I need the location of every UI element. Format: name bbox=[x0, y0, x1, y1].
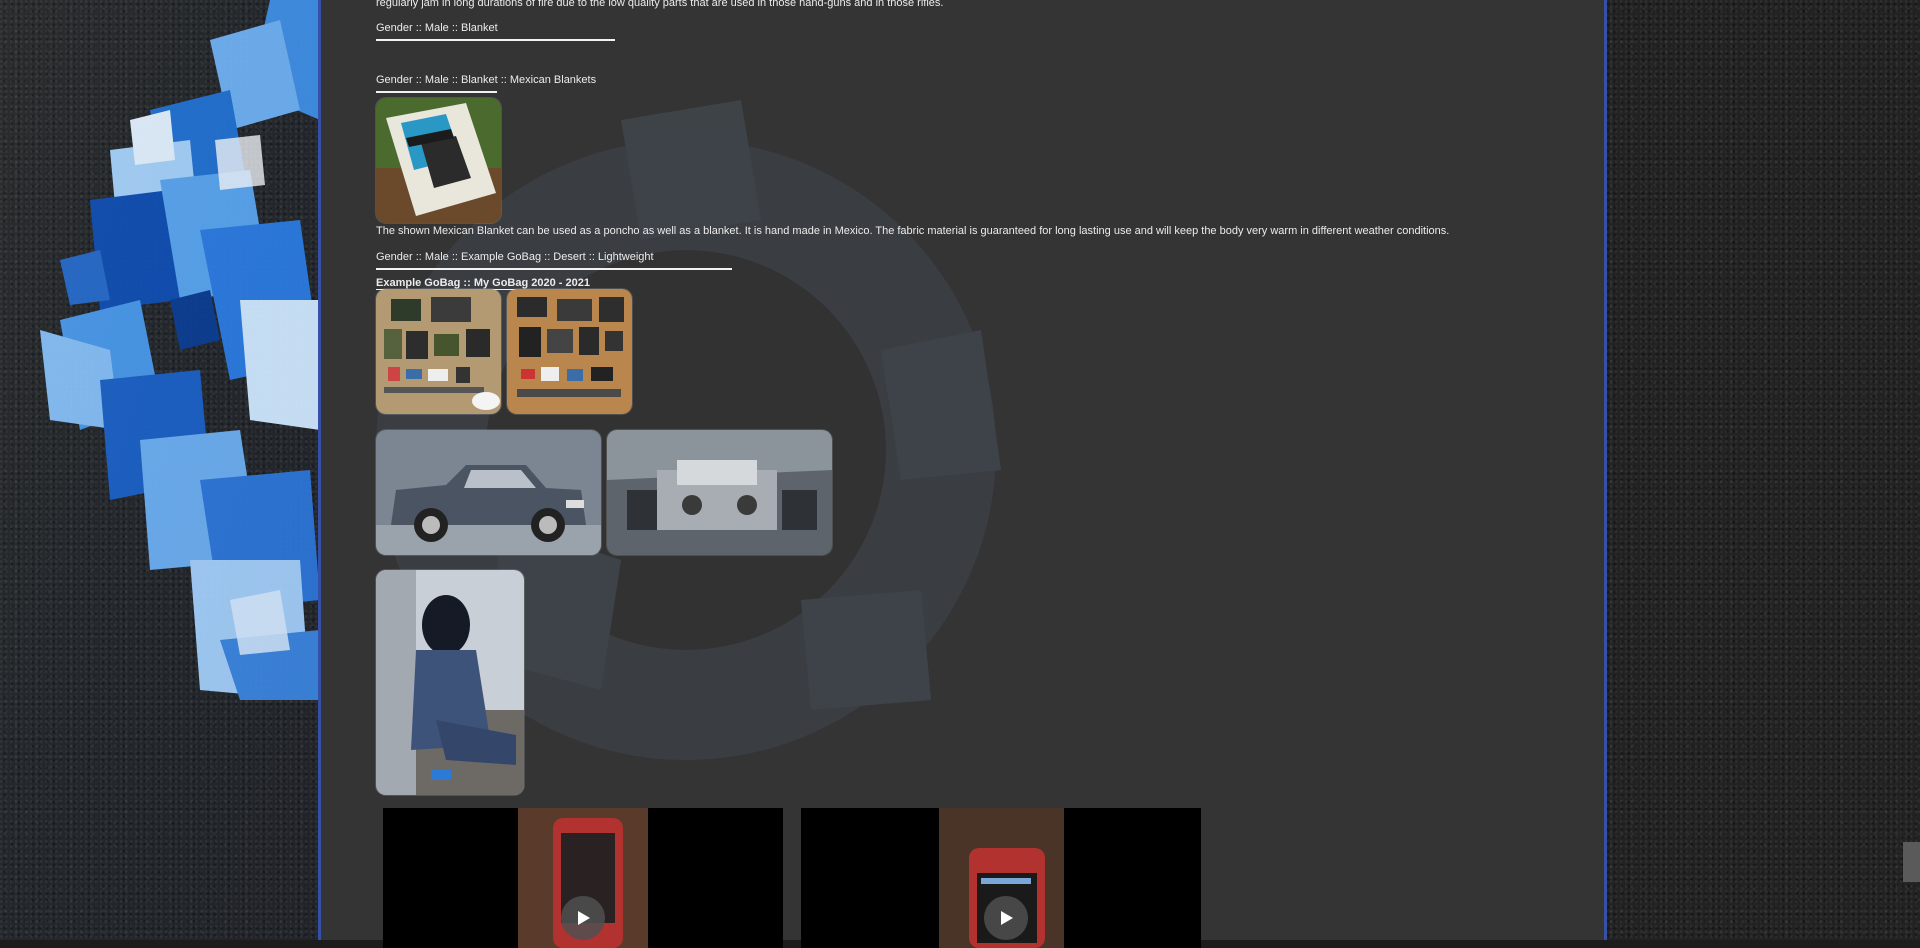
category-underline bbox=[376, 91, 497, 93]
play-button[interactable] bbox=[561, 896, 605, 940]
gobag-image-2[interactable] bbox=[507, 289, 632, 414]
play-button[interactable] bbox=[984, 896, 1028, 940]
gobag-title-link[interactable]: Example GoBag bbox=[376, 277, 460, 289]
category-gobag-link[interactable]: Gender :: Male :: Example GoBag :: Deser… bbox=[376, 250, 654, 264]
person-image[interactable] bbox=[376, 570, 524, 795]
scrollbar-thumb[interactable] bbox=[1903, 842, 1920, 882]
category-underline bbox=[376, 268, 732, 270]
gobag-title-text: My GoBag 2020 - 2021 bbox=[473, 277, 590, 289]
category-mexican-blankets-link[interactable]: Gender :: Male :: Blanket :: Mexican Bla… bbox=[376, 73, 596, 87]
content-panel: regularly jam in long durations of fire … bbox=[318, 0, 1610, 948]
mexican-blanket-image[interactable] bbox=[376, 98, 501, 223]
category-underline bbox=[376, 39, 615, 41]
category-blanket-link[interactable]: Gender :: Male :: Blanket bbox=[376, 21, 498, 35]
video-player-2[interactable] bbox=[801, 808, 1201, 948]
blanket-description: The shown Mexican Blanket can be used as… bbox=[376, 225, 1450, 237]
main-content: regularly jam in long durations of fire … bbox=[321, 0, 1610, 948]
left-decorative-art bbox=[0, 0, 320, 940]
play-icon bbox=[578, 911, 590, 925]
gobag-image-1[interactable] bbox=[376, 289, 501, 414]
paragraph-text: regularly jam in long durations of fire … bbox=[376, 0, 944, 9]
pickup-truck-image[interactable] bbox=[376, 430, 601, 555]
engine-image[interactable] bbox=[607, 430, 832, 555]
play-icon bbox=[1001, 911, 1013, 925]
gobag-title: Example GoBag :: My GoBag 2020 - 2021 bbox=[376, 276, 590, 290]
gobag-title-separator: :: bbox=[460, 277, 474, 289]
page-scrollbar[interactable] bbox=[1903, 0, 1920, 940]
video-player-1[interactable] bbox=[383, 808, 783, 948]
